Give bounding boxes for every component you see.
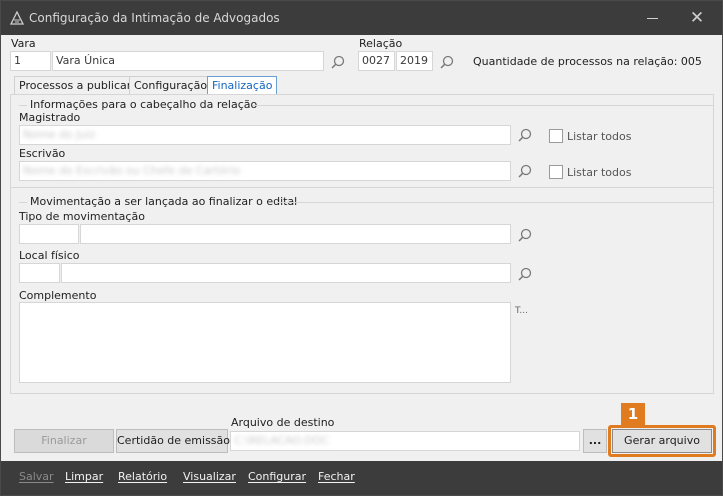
certidao-emissao-button[interactable]: Certidão de emissão	[116, 429, 230, 453]
magistrado-label: Magistrado	[19, 111, 81, 124]
local-fisico-code-field[interactable]	[19, 263, 60, 283]
minimize-button[interactable]	[641, 7, 665, 29]
window-title: Configuração da Intimação de Advogados	[29, 11, 280, 25]
tipo-movimentacao-desc-field[interactable]	[80, 224, 511, 244]
highlight-box	[608, 425, 716, 457]
arquivo-destino-label: Arquivo de destino	[231, 416, 335, 429]
escrivao-label: Escrivão	[19, 147, 66, 160]
tab-finalizacao[interactable]: Finalização	[207, 76, 278, 95]
listar-todos-magistrado-checkbox[interactable]	[549, 129, 563, 143]
magistrado-value: Nome do Juiz	[23, 128, 96, 141]
configurar-menu-item[interactable]: Configurar	[248, 470, 306, 483]
search-icon[interactable]	[439, 54, 455, 70]
quantidade-processos-text: Quantidade de processos na relação: 005	[473, 55, 702, 68]
local-fisico-desc-field[interactable]	[61, 263, 511, 283]
fechar-menu-item[interactable]: Fechar	[318, 470, 355, 483]
salvar-menu-item[interactable]: Salvar	[19, 470, 54, 483]
section-divider	[11, 187, 713, 188]
title-bar: Configuração da Intimação de Advogados ✕	[1, 1, 722, 35]
search-icon[interactable]	[517, 127, 533, 143]
group-divider	[253, 105, 713, 106]
relacao-ano-field[interactable]: 2019	[396, 51, 433, 71]
relatorio-menu-item[interactable]: Relatório	[118, 470, 167, 483]
group-divider	[19, 202, 27, 203]
text-editor-button[interactable]: T...	[515, 306, 528, 316]
escrivao-value: Nome do Escrivão ou Chefe de Cartório	[23, 164, 241, 177]
arquivo-destino-value: C:\RELACAO.DOC	[234, 434, 329, 447]
footer-toolbar: Salvar Limpar Relatório Visualizar Confi…	[1, 461, 722, 495]
magistrado-field[interactable]: Nome do Juiz	[19, 125, 511, 145]
tab-processos-a-publicar[interactable]: Processos a publicar	[14, 76, 137, 95]
relacao-label: Relação	[359, 37, 403, 50]
vara-name-field[interactable]: Vara Única	[52, 51, 324, 71]
search-icon[interactable]	[517, 227, 533, 243]
app-logo-icon	[10, 11, 24, 25]
search-icon[interactable]	[517, 266, 533, 282]
finalizar-button[interactable]: Finalizar	[14, 429, 114, 453]
arquivo-destino-field[interactable]: C:\RELACAO.DOC	[230, 431, 580, 451]
search-icon[interactable]	[517, 163, 533, 179]
complemento-label: Complemento	[19, 289, 97, 302]
complemento-textarea[interactable]	[19, 302, 511, 383]
tipo-movimentacao-code-field[interactable]	[19, 224, 79, 244]
group-divider	[19, 105, 27, 106]
vara-code-field[interactable]: 1	[10, 51, 51, 71]
visualizar-menu-item[interactable]: Visualizar	[183, 470, 236, 483]
limpar-menu-item[interactable]: Limpar	[65, 470, 103, 483]
group-divider	[276, 202, 713, 203]
vara-label: Vara	[11, 37, 36, 50]
movimentacao-group-title: Movimentação a ser lançada ao finalizar …	[30, 195, 298, 208]
close-button[interactable]: ✕	[685, 7, 709, 29]
search-icon[interactable]	[330, 54, 346, 70]
listar-todos-label: Listar todos	[567, 166, 632, 179]
escrivao-field[interactable]: Nome do Escrivão ou Chefe de Cartório	[19, 161, 511, 181]
local-fisico-label: Local físico	[19, 249, 80, 262]
relacao-numero-field[interactable]: 0027	[358, 51, 395, 71]
cabecalho-group-title: Informações para o cabeçalho da relação	[30, 98, 258, 111]
tipo-movimentacao-label: Tipo de movimentação	[19, 210, 145, 223]
listar-todos-label: Listar todos	[567, 130, 632, 143]
browse-button[interactable]: ...	[583, 429, 607, 453]
dialog-window: Configuração da Intimação de Advogados ✕…	[0, 0, 723, 496]
step-number-badge: 1	[621, 403, 645, 425]
tab-configuracao[interactable]: Configuração	[129, 76, 213, 95]
listar-todos-escrivao-checkbox[interactable]	[549, 165, 563, 179]
